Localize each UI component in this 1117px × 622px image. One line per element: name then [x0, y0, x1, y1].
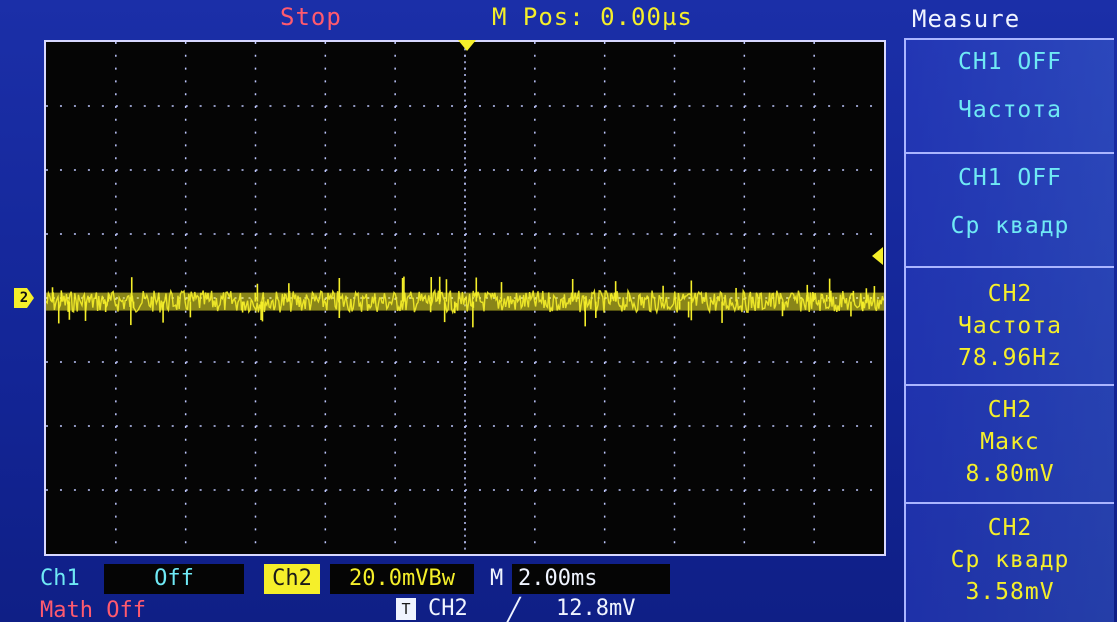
measure-slot-4[interactable]: CH2 Макс 8.80mV	[904, 384, 1114, 502]
measure-slot-1[interactable]: CH1 OFF Частота	[904, 38, 1114, 152]
measure-slot-3-source: CH2	[987, 281, 1033, 307]
trigger-icon: T	[396, 598, 416, 620]
measure-slot-4-source: CH2	[987, 397, 1033, 423]
timebase-label[interactable]: M	[490, 564, 503, 594]
measure-slot-4-type: Макс	[980, 429, 1040, 455]
measure-slot-5[interactable]: CH2 Ср квадр 3.58mV	[904, 502, 1114, 622]
ch2-ground-marker: 2	[14, 288, 34, 308]
measure-slot-5-value: 3.58mV	[965, 579, 1055, 605]
timebase-value: 2.00ms	[512, 564, 670, 594]
measure-title: Measure	[912, 5, 1021, 33]
measure-slot-5-source: CH2	[987, 515, 1033, 541]
measure-slot-2-type: Ср квадр	[950, 213, 1070, 239]
trigger-level: 12.8mV	[556, 596, 636, 621]
measure-slot-3-type: Частота	[958, 313, 1062, 339]
graticule	[46, 42, 884, 554]
measure-slot-3-value: 78.96Hz	[958, 345, 1062, 371]
bottom-bar: Ch1 Off Ch2 20.0mVBw M 2.00ms Math Off T…	[0, 560, 900, 622]
run-state: Stop	[280, 3, 342, 31]
measure-slot-1-type: Частота	[958, 97, 1062, 123]
ch1-label[interactable]: Ch1	[40, 564, 80, 594]
trigger-level-marker	[872, 247, 883, 265]
math-status[interactable]: Math Off	[40, 596, 146, 622]
ch2-label[interactable]: Ch2	[264, 564, 320, 594]
measure-slot-4-value: 8.80mV	[965, 461, 1055, 487]
ch2-scale: 20.0mVBw	[330, 564, 474, 594]
measure-panel[interactable]: Measure CH1 OFF Частота CH1 OFF Ср квадр…	[900, 0, 1117, 622]
measure-slot-3[interactable]: CH2 Частота 78.96Hz	[904, 266, 1114, 384]
measure-slot-2-source: CH1 OFF	[958, 165, 1062, 191]
m-position: M Pos: 0.00µs	[492, 3, 693, 31]
measure-slot-2[interactable]: CH1 OFF Ср квадр	[904, 152, 1114, 266]
measure-slot-5-type: Ср квадр	[950, 547, 1070, 573]
trigger-source: CH2	[428, 596, 468, 621]
scope-screen	[44, 40, 886, 556]
rising-edge-icon: ╱	[506, 597, 521, 622]
ch1-value: Off	[104, 564, 244, 594]
trigger-position-marker	[458, 40, 476, 51]
measure-slot-1-source: CH1 OFF	[958, 49, 1062, 75]
